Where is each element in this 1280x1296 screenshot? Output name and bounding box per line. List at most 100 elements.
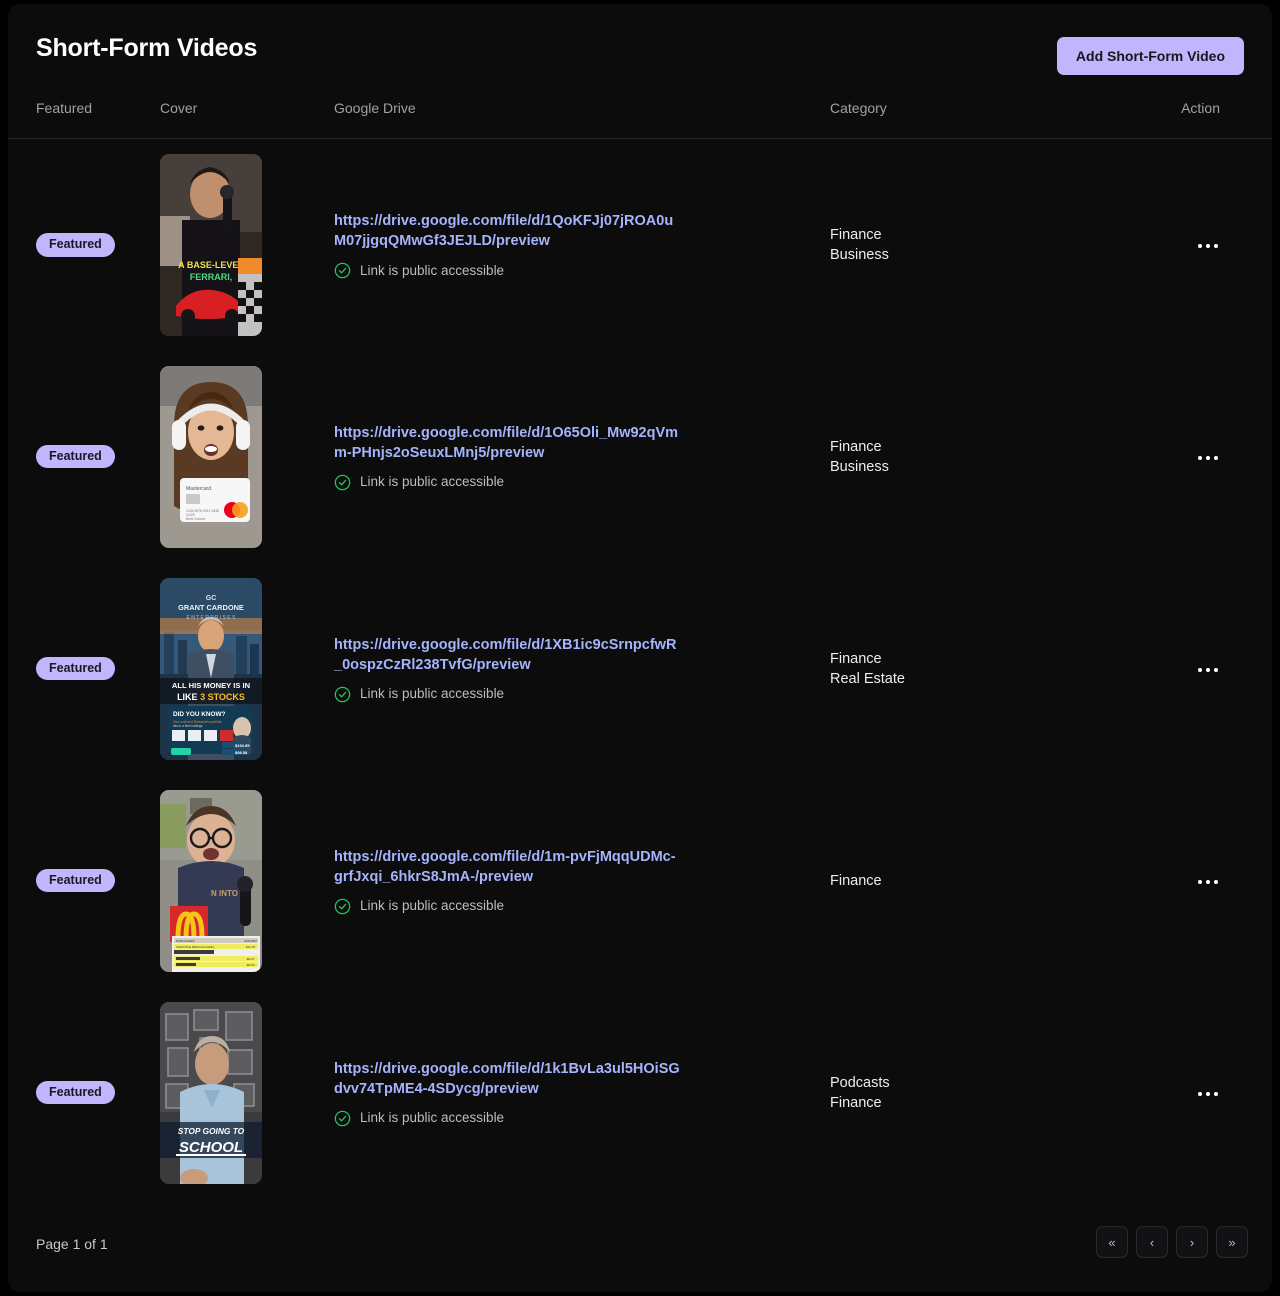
featured-badge: Featured	[36, 868, 115, 893]
pagination-controls: « ‹ › »	[1096, 1226, 1248, 1258]
featured-badge: Featured	[36, 444, 115, 469]
action-cell	[1146, 563, 1272, 775]
column-header-featured: Featured	[36, 100, 93, 116]
cover-cell: N INTO PURCHASES AMOUNT CHIPOTLE MEXICAN…	[160, 775, 334, 987]
cover-cell: Mastercard. 1234 5678 9012 3456 12/25 Br…	[160, 351, 334, 563]
table-body: Featured A BASE-LEVEL FERRARI, https://d…	[8, 139, 1272, 1199]
featured-cell: Featured	[8, 987, 160, 1199]
featured-badge: Featured	[36, 233, 115, 257]
ellipsis-icon	[1214, 668, 1218, 672]
category-list: Finance Business	[830, 225, 1146, 265]
google-drive-cell: https://drive.google.com/file/d/1k1BvLa3…	[334, 987, 830, 1199]
column-header-cover: Cover	[160, 100, 198, 116]
category-list: Podcasts Finance	[830, 1073, 1146, 1113]
cover-thumbnail[interactable]: Mastercard. 1234 5678 9012 3456 12/25 Br…	[160, 365, 262, 548]
videos-table-container: Featured Cover Google Drive Category Act…	[8, 100, 1272, 1199]
svg-text:FERRARI,: FERRARI,	[190, 272, 233, 282]
svg-text:Brett Conner: Brett Conner	[186, 517, 206, 521]
category-cell: Finance Real Estate	[830, 563, 1146, 775]
cover-thumbnail[interactable]: STOP GOING TO SCHOOL	[160, 1001, 262, 1184]
ellipsis-icon	[1206, 244, 1210, 249]
previous-page-button[interactable]: ‹	[1136, 1226, 1168, 1258]
category-cell: Podcasts Finance	[830, 987, 1146, 1199]
google-drive-cell: https://drive.google.com/file/d/1m-pvFjM…	[334, 775, 830, 987]
link-status-text: Link is public accessible	[360, 1110, 505, 1126]
check-circle-icon	[334, 262, 351, 279]
ellipsis-icon	[1198, 1092, 1202, 1096]
check-circle-icon	[334, 1110, 351, 1127]
svg-text:A BASE-LEVEL: A BASE-LEVEL	[178, 260, 244, 270]
row-actions-menu-button[interactable]	[1196, 874, 1220, 890]
ellipsis-icon	[1214, 1092, 1218, 1096]
cover-thumbnail[interactable]: GC GRANT CARDONE E N T E R P R I S E S A…	[160, 577, 262, 760]
videos-table: Featured Cover Google Drive Category Act…	[8, 100, 1272, 1199]
svg-text:N INTO: N INTO	[211, 889, 238, 898]
google-drive-cell: https://drive.google.com/file/d/1QoKFJj0…	[334, 139, 830, 351]
featured-badge: Featured	[36, 656, 115, 681]
row-actions-menu-button[interactable]	[1196, 662, 1220, 678]
ellipsis-icon	[1206, 668, 1210, 672]
table-row: Featured GC GRANT CARDONE E N T E R P R …	[8, 563, 1272, 775]
row-actions-menu-button[interactable]	[1196, 238, 1220, 254]
link-status: Link is public accessible	[334, 898, 830, 915]
action-cell	[1146, 987, 1272, 1199]
table-header-row: Featured Cover Google Drive Category Act…	[8, 100, 1272, 139]
check-circle-icon	[334, 474, 351, 491]
featured-cell: Featured	[8, 563, 160, 775]
short-form-videos-page: Short-Form Videos Add Short-Form Video F…	[8, 4, 1272, 1292]
svg-text:sits in a few holdings: sits in a few holdings	[173, 724, 203, 728]
link-status: Link is public accessible	[334, 686, 830, 703]
svg-text:GRANT CARDONE: GRANT CARDONE	[178, 603, 244, 612]
featured-cell: Featured	[8, 775, 160, 987]
table-row: Featured N INTO PURCHASES AMOUNT CHIPOTL…	[8, 775, 1272, 987]
svg-text:-$6.50: -$6.50	[246, 963, 255, 967]
cover-thumbnail[interactable]: A BASE-LEVEL FERRARI,	[160, 153, 262, 336]
link-status: Link is public accessible	[334, 262, 830, 279]
first-page-button[interactable]: «	[1096, 1226, 1128, 1258]
add-short-form-video-button[interactable]: Add Short-Form Video	[1056, 37, 1244, 75]
category-item: Podcasts	[830, 1074, 890, 1091]
column-header-action: Action	[1181, 100, 1220, 116]
svg-text:AMOUNT: AMOUNT	[244, 939, 257, 943]
row-actions-menu-button[interactable]	[1196, 1086, 1220, 1102]
next-page-button[interactable]: ›	[1176, 1226, 1208, 1258]
google-drive-link[interactable]: https://drive.google.com/file/d/1QoKFJj0…	[334, 211, 682, 251]
row-actions-menu-button[interactable]	[1196, 450, 1220, 466]
column-header-google-drive: Google Drive	[334, 100, 416, 116]
ellipsis-icon	[1206, 1092, 1210, 1096]
check-circle-icon	[334, 686, 351, 703]
google-drive-link[interactable]: https://drive.google.com/file/d/1m-pvFjM…	[334, 847, 682, 887]
svg-text:CHIPOTLE MEXICAN GRILL: CHIPOTLE MEXICAN GRILL	[176, 945, 215, 949]
category-item: Business	[830, 458, 889, 475]
cover-cell: STOP GOING TO SCHOOL	[160, 987, 334, 1199]
action-cell	[1146, 351, 1272, 563]
pagination-bar: Page 1 of 1 « ‹ › »	[8, 1200, 1272, 1292]
google-drive-link[interactable]: https://drive.google.com/file/d/1k1BvLa3…	[334, 1059, 682, 1099]
ellipsis-icon	[1214, 456, 1218, 460]
google-drive-link[interactable]: https://drive.google.com/file/d/1O65Oli_…	[334, 423, 682, 463]
page-title: Short-Form Videos	[36, 34, 258, 62]
last-page-button[interactable]: »	[1216, 1226, 1248, 1258]
category-list: Finance Business	[830, 437, 1146, 477]
category-list: Finance Real Estate	[830, 649, 1146, 689]
google-drive-cell: https://drive.google.com/file/d/1XB1ic9c…	[334, 563, 830, 775]
svg-text:DID YOU KNOW?: DID YOU KNOW?	[173, 711, 226, 718]
category-cell: Finance Business	[830, 139, 1146, 351]
link-status-text: Link is public accessible	[360, 898, 505, 914]
cover-cell: A BASE-LEVEL FERRARI,	[160, 139, 334, 351]
page-status-label: Page 1 of 1	[36, 1236, 108, 1252]
link-status-text: Link is public accessible	[360, 262, 505, 278]
svg-text:-$9.47: -$9.47	[246, 957, 255, 961]
category-item: Business	[830, 246, 889, 263]
google-drive-link[interactable]: https://drive.google.com/file/d/1XB1ic9c…	[334, 635, 682, 675]
category-cell: Finance	[830, 775, 1146, 987]
cover-thumbnail[interactable]: N INTO PURCHASES AMOUNT CHIPOTLE MEXICAN…	[160, 789, 262, 972]
cover-cell: GC GRANT CARDONE E N T E R P R I S E S A…	[160, 563, 334, 775]
link-status-text: Link is public accessible	[360, 474, 505, 490]
link-status-text: Link is public accessible	[360, 686, 505, 702]
svg-text:STOP GOING TO: STOP GOING TO	[178, 1126, 245, 1136]
category-list: Finance	[830, 871, 1146, 891]
category-item: Finance	[830, 438, 882, 455]
svg-text:ALL HIS MONEY IS IN: ALL HIS MONEY IS IN	[172, 681, 250, 690]
check-circle-icon	[334, 898, 351, 915]
